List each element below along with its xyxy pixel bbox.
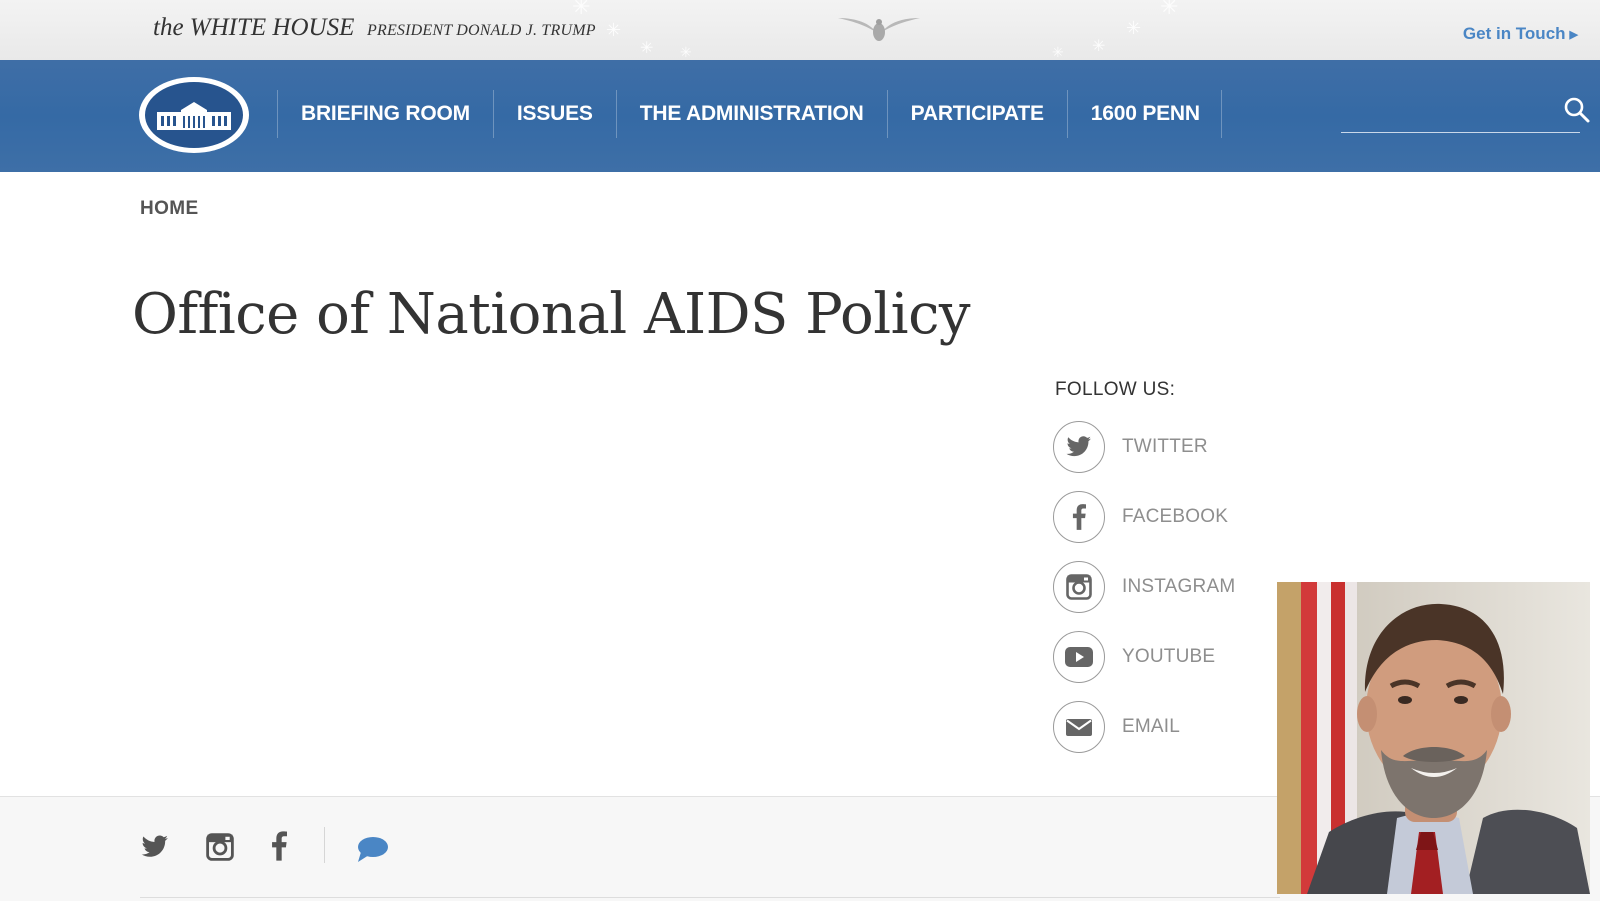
white-house-logo[interactable] (139, 77, 249, 153)
nav-menu: BRIEFING ROOM ISSUES THE ADMINISTRATION … (277, 90, 1222, 138)
chat-icon[interactable] (355, 835, 389, 863)
footer-bottom-rule (140, 897, 1280, 898)
nav-the-administration[interactable]: THE ADMINISTRATION (615, 90, 887, 138)
twitter-label: TWITTER (1122, 436, 1208, 457)
get-in-touch-link[interactable]: Get in Touch ▶ (1463, 24, 1578, 44)
breadcrumb-home[interactable]: HOME (140, 198, 199, 220)
eagle-emblem-icon (838, 18, 920, 41)
seal-inner (145, 82, 243, 148)
portrait-photo (1277, 582, 1590, 894)
nav-issues[interactable]: ISSUES (492, 90, 616, 138)
nav-1600-penn[interactable]: 1600 PENN (1066, 90, 1222, 138)
site-subtitle: PRESIDENT DONALD J. TRUMP (367, 22, 596, 39)
nav-briefing-room[interactable]: BRIEFING ROOM (277, 90, 493, 138)
search-icon[interactable] (1563, 96, 1591, 124)
site-title[interactable]: the WHITE HOUSE (153, 14, 354, 42)
follow-youtube-link[interactable]: YOUTUBE (1053, 630, 1215, 684)
instagram-label: INSTAGRAM (1122, 576, 1236, 597)
youtube-icon (1053, 631, 1105, 683)
follow-us-label: FOLLOW US: (1055, 379, 1176, 400)
main-nav: BRIEFING ROOM ISSUES THE ADMINISTRATION … (0, 60, 1600, 172)
white-house-building-icon (157, 102, 231, 130)
facebook-icon (1053, 491, 1105, 543)
follow-email-link[interactable]: EMAIL (1053, 700, 1180, 754)
follow-facebook-link[interactable]: FACEBOOK (1053, 490, 1228, 544)
nav-participate[interactable]: PARTICIPATE (886, 90, 1067, 138)
twitter-icon[interactable] (141, 835, 169, 859)
instagram-icon[interactable] (206, 833, 234, 861)
youtube-label: YOUTUBE (1122, 646, 1216, 667)
facebook-label: FACEBOOK (1122, 506, 1229, 527)
page-title: Office of National AIDS Policy (132, 282, 971, 347)
search-input[interactable] (1341, 100, 1580, 133)
facebook-icon[interactable] (271, 831, 287, 861)
follow-instagram-link[interactable]: INSTAGRAM (1053, 560, 1235, 614)
top-strip: ✳ ✳ ✳ ✳ ✳ ✳ ✳ ✳ the WHITE HOUSE PRESIDEN… (0, 0, 1600, 60)
footer-divider (324, 827, 325, 863)
caret-right-icon: ▶ (1569, 29, 1578, 41)
get-in-touch-label: Get in Touch (1462, 24, 1566, 43)
email-label: EMAIL (1122, 716, 1181, 737)
email-icon (1053, 701, 1105, 753)
follow-twitter-link[interactable]: TWITTER (1053, 420, 1208, 474)
portrait-illustration (1277, 582, 1590, 894)
instagram-icon (1053, 561, 1105, 613)
twitter-icon (1053, 421, 1105, 473)
